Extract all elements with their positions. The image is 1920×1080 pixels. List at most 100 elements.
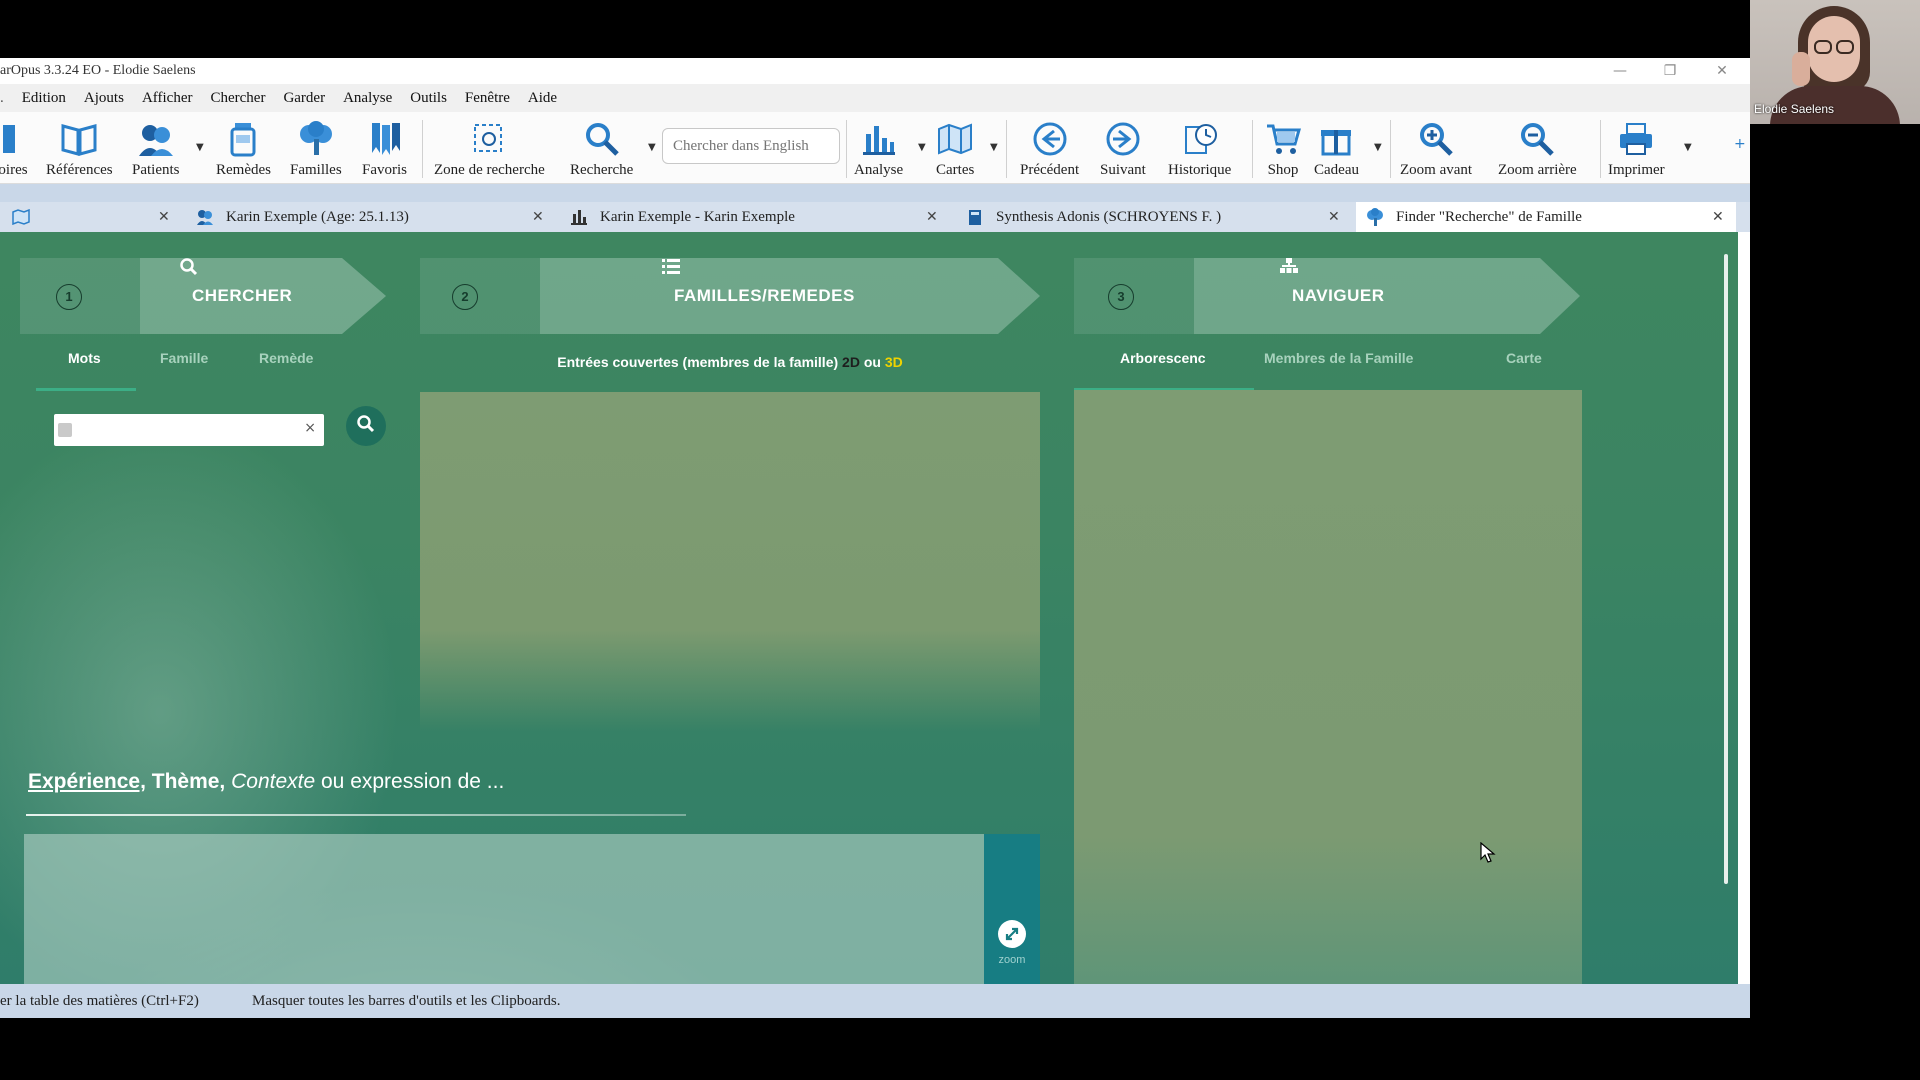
menu-chercher[interactable]: Chercher [201, 90, 274, 107]
menu-analyse[interactable]: Analyse [334, 90, 401, 107]
toolbar-search-input[interactable] [662, 128, 840, 164]
tree-icon [297, 120, 335, 158]
webcam-glasses-right [1836, 40, 1854, 54]
patients-dropdown-caret[interactable]: ▼ [196, 142, 204, 153]
document-tabs: ✕ Karin Exemple (Age: 25.1.13) ✕ Karin E… [0, 202, 1750, 232]
subtab-remede[interactable]: Remède [259, 350, 313, 366]
step-number: 3 [1108, 284, 1134, 310]
vertical-scrollbar[interactable] [1724, 254, 1728, 884]
finder-search-input[interactable]: × [54, 414, 324, 446]
step-title: NAVIGUER [1280, 258, 1384, 334]
imprimer-dropdown-caret[interactable]: ▼ [1684, 142, 1692, 153]
tab-close-icon[interactable]: ✕ [1712, 202, 1724, 232]
menu-fragment: . [0, 89, 4, 106]
tab-close-icon[interactable]: ✕ [1328, 202, 1340, 232]
subtab-famille[interactable]: Famille [160, 350, 208, 366]
bar-chart-icon [860, 120, 898, 158]
toolbar-recherche-button[interactable]: Recherche [570, 116, 633, 180]
toolbar-historique-button[interactable]: Historique [1168, 116, 1231, 180]
search-options-checkbox[interactable] [58, 423, 72, 437]
subtab-membres-famille[interactable]: Membres de la Famille [1264, 350, 1413, 366]
menu-edition[interactable]: Edition [13, 90, 75, 107]
toolbar-suivant-button[interactable]: Suivant [1100, 116, 1146, 180]
webcam-overlay: Elodie Saelens [1750, 0, 1920, 124]
title-bar: arOpus 3.3.24 EO - Elodie Saelens — ❐ ✕ [0, 58, 1750, 84]
toolbar-separator [1006, 120, 1007, 178]
toolbar-imprimer-button[interactable]: Imprimer [1608, 116, 1665, 180]
window-title: arOpus 3.3.24 EO - Elodie Saelens [0, 63, 196, 78]
tab-patient[interactable]: Karin Exemple (Age: 25.1.13) [196, 202, 409, 232]
menu-ajouts[interactable]: Ajouts [75, 90, 133, 107]
subtab-mots[interactable]: Mots [68, 350, 101, 366]
tab-analyse[interactable]: Karin Exemple - Karin Exemple [570, 202, 795, 232]
toolbar-separator [1252, 120, 1253, 178]
webcam-name: Elodie Saelens [1754, 102, 1835, 116]
close-window-button[interactable]: ✕ [1694, 58, 1750, 84]
menu-aide[interactable]: Aide [519, 90, 566, 107]
clear-icon[interactable]: × [304, 420, 316, 436]
toolbar-references-button[interactable]: Références [46, 116, 113, 180]
toolbar-remedes-button[interactable]: Remèdes [216, 116, 271, 180]
subtab-carte[interactable]: Carte [1506, 350, 1542, 366]
step-naviguer: 3 NAVIGUER [1074, 258, 1584, 334]
selection-icon [470, 120, 508, 158]
tab-cartes[interactable] [12, 202, 42, 232]
tab-close-icon[interactable]: ✕ [158, 202, 170, 232]
toolbar-oires-button[interactable]: oires [0, 116, 32, 180]
status-bar: er la table des matières (Ctrl+F2) Masqu… [0, 984, 1750, 1018]
toolbar-cartes-button[interactable]: Cartes [936, 116, 974, 180]
navigation-tree-panel[interactable] [1074, 390, 1582, 984]
history-icon [1181, 120, 1219, 158]
toolbar-zone-de-recherche-button[interactable]: Zone de recherche [434, 116, 545, 180]
restore-button[interactable]: ❐ [1642, 58, 1698, 84]
toolbar-overflow-icon[interactable]: + [1734, 136, 1746, 152]
toolbar-band [0, 184, 1750, 202]
option-2d[interactable]: 2D [842, 354, 860, 370]
context-text-area[interactable] [24, 834, 984, 984]
toolbar-zoom-arriere-button[interactable]: Zoom arrière [1498, 116, 1577, 180]
tab-repertoire[interactable]: Synthesis Adonis (SCHROYENS F. ) [966, 202, 1221, 232]
mouse-cursor-icon [1480, 841, 1496, 869]
toolbar-familles-button[interactable]: Familles [290, 116, 342, 180]
analyse-dropdown-caret[interactable]: ▼ [918, 142, 926, 153]
subtab-arborescence[interactable]: Arborescenc [1120, 350, 1206, 366]
tab-finder[interactable]: Finder "Recherche" de Famille [1356, 202, 1736, 232]
step-title: FAMILLES/REMEDES [662, 258, 855, 334]
toolbar-favoris-button[interactable]: Favoris [362, 116, 407, 180]
toolbar-shop-button[interactable]: Shop [1264, 116, 1302, 180]
cadeau-dropdown-caret[interactable]: ▼ [1374, 142, 1382, 153]
tab-close-icon[interactable]: ✕ [532, 202, 544, 232]
menu-afficher[interactable]: Afficher [133, 90, 202, 107]
toolbar-cadeau-button[interactable]: Cadeau [1314, 116, 1359, 180]
step-number: 1 [56, 284, 82, 310]
toolbar-precedent-button[interactable]: Précédent [1020, 116, 1079, 180]
finder-search-button[interactable] [346, 406, 386, 446]
webcam-hand [1792, 52, 1810, 86]
menu-outils[interactable]: Outils [401, 90, 456, 107]
cartes-dropdown-caret[interactable]: ▼ [990, 142, 998, 153]
toolbar-patients-button[interactable]: Patients [132, 116, 180, 180]
tree-icon [1366, 208, 1384, 226]
book-icon [966, 208, 984, 226]
toolbar-analyse-button[interactable]: Analyse [854, 116, 903, 180]
option-3d[interactable]: 3D [885, 354, 903, 370]
recherche-dropdown-caret[interactable]: ▼ [648, 142, 656, 153]
families-remedies-list[interactable] [420, 392, 1040, 732]
patients-icon [196, 208, 214, 226]
toolbar-zoom-avant-button[interactable]: Zoom avant [1400, 116, 1472, 180]
menu-garder[interactable]: Garder [274, 90, 334, 107]
window-right-border [1738, 232, 1750, 984]
menu-fenetre[interactable]: Fenêtre [456, 90, 519, 107]
tab-close-icon[interactable]: ✕ [926, 202, 938, 232]
zoom-out-icon [1518, 120, 1556, 158]
book-icon [0, 120, 32, 158]
toolbar-separator [1600, 120, 1601, 178]
zoom-label: zoom [998, 954, 1026, 966]
expand-icon[interactable] [998, 920, 1026, 948]
status-hint-left: er la table des matières (Ctrl+F2) [0, 993, 199, 1009]
webcam-glasses-left [1814, 40, 1832, 54]
minimize-button[interactable]: — [1592, 58, 1648, 84]
patients-icon [137, 120, 175, 158]
printer-icon [1617, 120, 1655, 158]
arrow-right-icon [1104, 120, 1142, 158]
